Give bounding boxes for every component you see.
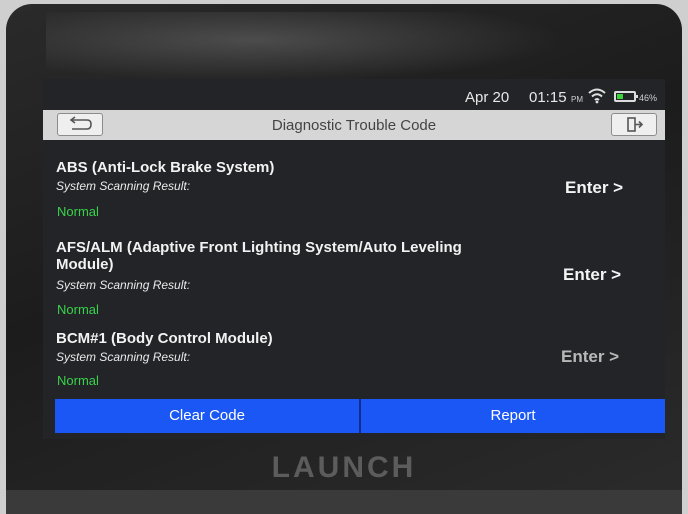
module-list: ABS (Anti-Lock Brake System) System Scan… [43, 140, 665, 398]
clear-code-button[interactable]: Clear Code [55, 399, 359, 433]
title-bar: Diagnostic Trouble Code [43, 110, 665, 140]
enter-button[interactable]: Enter > [561, 347, 619, 367]
module-name: BCM#1 (Body Control Module) [56, 330, 273, 347]
exit-icon [627, 117, 644, 132]
wifi-icon [588, 88, 606, 104]
scan-result-label: System Scanning Result: [56, 350, 191, 364]
list-item-bcm1[interactable]: BCM#1 (Body Control Module) System Scann… [43, 318, 665, 398]
scan-result-status: Normal [57, 204, 99, 219]
report-button[interactable]: Report [361, 399, 665, 433]
screen-glare [46, 12, 566, 82]
scan-tool-device: Apr 20 01:15 PM 46% Diagnostic Trouble C… [6, 4, 682, 504]
scan-result-label: System Scanning Result: [56, 278, 191, 292]
battery-percent: 46% [639, 93, 658, 103]
status-date: Apr 20 [465, 89, 510, 106]
device-bottom-edge [6, 490, 682, 514]
status-ampm: PM [571, 95, 583, 104]
battery-icon [614, 91, 638, 102]
status-time: 01:15 [529, 89, 567, 106]
device-screen: Apr 20 01:15 PM 46% Diagnostic Trouble C… [43, 79, 665, 439]
status-bar: Apr 20 01:15 PM 46% [43, 79, 665, 109]
page-title: Diagnostic Trouble Code [271, 117, 437, 134]
list-item-abs[interactable]: ABS (Anti-Lock Brake System) System Scan… [43, 140, 665, 222]
brand-logo: LAUNCH [271, 451, 417, 484]
enter-button[interactable]: Enter > [563, 265, 621, 285]
scan-result-label: System Scanning Result: [56, 179, 191, 193]
exit-button[interactable] [611, 113, 657, 136]
battery-level-fill [617, 94, 623, 99]
battery-tip [636, 95, 638, 98]
module-name: ABS (Anti-Lock Brake System) [56, 159, 275, 176]
enter-button[interactable]: Enter > [565, 178, 623, 198]
scan-result-status: Normal [57, 373, 99, 388]
scan-result-status: Normal [57, 302, 99, 317]
list-item-afs-alm[interactable]: AFS/ALM (Adaptive Front Lighting System/… [43, 222, 665, 318]
action-bar: Clear Code Report [55, 399, 665, 433]
module-name: AFS/ALM (Adaptive Front Lighting System/… [56, 239, 462, 273]
